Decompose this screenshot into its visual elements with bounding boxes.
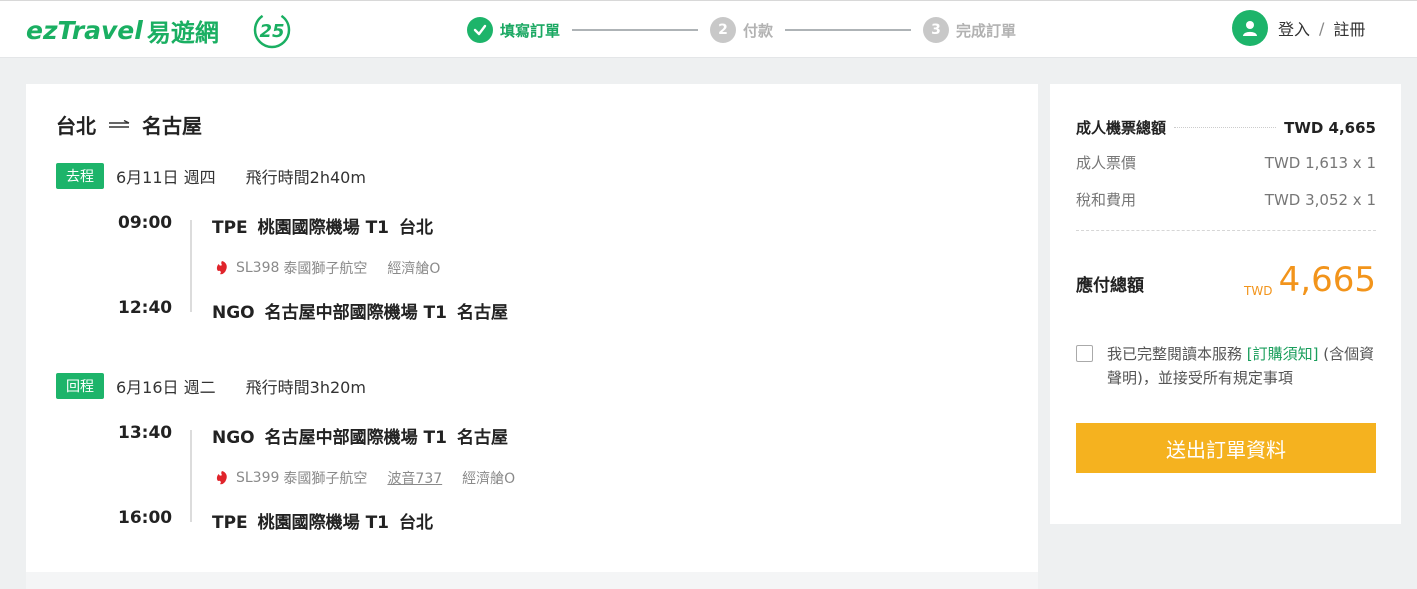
outbound-departure-airport: TPE 桃園國際機場 T1 台北 [212,218,434,238]
step-label-complete: 完成訂單 [956,21,1017,40]
outbound-tag: 去程 [56,163,104,189]
tax-label: 稅和費用 [1076,191,1137,209]
inbound-aircraft-link[interactable]: 波音737 [387,468,442,488]
step-connector [785,29,912,31]
inbound-airline: 泰國獅子航空 [283,471,368,487]
route-destination: 名古屋 [142,114,202,138]
outbound-cabin: 經濟艙O [387,261,441,277]
inbound-arrival-airport: TPE 桃園國際機場 T1 台北 [212,513,434,533]
terms-agreement: 我已完整閱讀本服務 [訂購須知] (含個資聲明)，並接受所有規定事項 [1076,342,1381,390]
dashed-divider [1076,230,1376,231]
step-payment: 2 付款 [710,17,773,43]
timeline-line [190,220,192,312]
svg-text:25: 25 [259,21,284,42]
login-link[interactable]: 登入 [1278,16,1310,40]
outbound-flight-info: SL398 泰國獅子航空 經濟艙O [214,258,440,278]
adult-total-row: 成人機票總額 TWD 4,665 [1076,117,1376,138]
inbound-flight-number: SL399 [236,470,280,486]
dotted-leader [1174,127,1277,128]
inbound-arrival-time: 16:00 [118,508,173,528]
payable-total-label: 應付總額 [1076,276,1144,296]
inbound-flight-info: SL399 泰國獅子航空 波音737 經濟艙O [214,468,515,488]
step-label-payment: 付款 [743,21,774,40]
outbound-date: 6月11日 週四 [116,168,216,187]
step-connector [572,29,699,31]
submit-order-button[interactable]: 送出訂單資料 [1076,423,1376,473]
outbound-airline: 泰國獅子航空 [283,261,368,277]
step-complete: 3 完成訂單 [923,17,1016,43]
inbound-cabin: 經濟艙O [462,471,516,487]
price-summary-card: 成人機票總額 TWD 4,665 成人票價 TWD 1,613 x 1 稅和費用… [1050,84,1401,524]
lion-air-logo-icon [216,261,227,275]
inbound-departure-time: 13:40 [118,423,173,443]
lion-air-logo-icon [216,471,227,485]
itinerary-card: 台北 名古屋 去程 6月11日 週四 飛行時間2h40m 09:00 TPE 桃園… [26,84,1038,589]
inbound-date: 6月16日 週二 [116,378,216,397]
terms-text: 我已完整閱讀本服務 [訂購須知] (含個資聲明)，並接受所有規定事項 [1107,345,1375,387]
step-fill-order: 填寫訂單 [467,17,560,43]
adult-total-label: 成人機票總額 [1076,119,1167,137]
terms-checkbox[interactable] [1076,345,1093,362]
checkmark-icon [467,17,493,43]
route-title: 台北 名古屋 [56,110,202,139]
tax-row: 稅和費用 TWD 3,052 x 1 [1076,189,1376,210]
checkout-steps: 填寫訂單 2 付款 3 完成訂單 [467,17,1016,43]
eztravel-logo[interactable]: ezTravel 易遊網 25 [26,11,291,49]
outbound-duration: 飛行時間2h40m [245,168,366,187]
terms-link[interactable]: [訂購須知] [1247,345,1319,363]
itinerary-card-footer [26,572,1038,589]
link-separator: / [1319,18,1325,38]
step-label-fill-order: 填寫訂單 [500,21,561,40]
inbound-duration: 飛行時間3h20m [245,378,366,397]
adult-total-value: TWD 4,665 [1284,118,1376,137]
account-links: 登入 / 註冊 [1232,10,1365,46]
step-number-3: 3 [923,17,950,43]
receipt-scallop-edge [1050,512,1401,524]
adult-fare-value: TWD 1,613 x 1 [1264,153,1376,172]
step-number-2: 2 [710,17,737,43]
adult-fare-label: 成人票價 [1076,154,1137,172]
route-origin: 台北 [56,114,96,138]
timeline-line [190,430,192,522]
anniversary-25-badge-icon: 25 [253,11,291,49]
outbound-header: 去程 6月11日 週四 飛行時間2h40m [56,163,366,189]
inbound-header: 回程 6月16日 週二 飛行時間3h20m [56,373,366,399]
top-header: ezTravel 易遊網 25 填寫訂單 2 付款 3 完成訂單 登入 / 註冊 [0,0,1417,58]
payable-amount: 4,665 [1278,260,1376,300]
outbound-flight-number: SL398 [236,260,280,276]
outbound-arrival-time: 12:40 [118,298,173,318]
register-link[interactable]: 註冊 [1333,16,1365,40]
inbound-departure-airport: NGO 名古屋中部國際機場 T1 名古屋 [212,428,508,448]
logo-chinese: 易遊網 [146,19,219,47]
round-trip-arrow-icon [109,119,130,128]
tax-value: TWD 3,052 x 1 [1264,190,1376,209]
adult-fare-row: 成人票價 TWD 1,613 x 1 [1076,152,1376,173]
user-avatar-icon[interactable] [1232,10,1268,46]
outbound-arrival-airport: NGO 名古屋中部國際機場 T1 名古屋 [212,303,508,323]
logo-english: ezTravel [26,16,143,45]
payable-currency: TWD [1244,284,1273,298]
outbound-departure-time: 09:00 [118,213,173,233]
inbound-tag: 回程 [56,373,104,399]
